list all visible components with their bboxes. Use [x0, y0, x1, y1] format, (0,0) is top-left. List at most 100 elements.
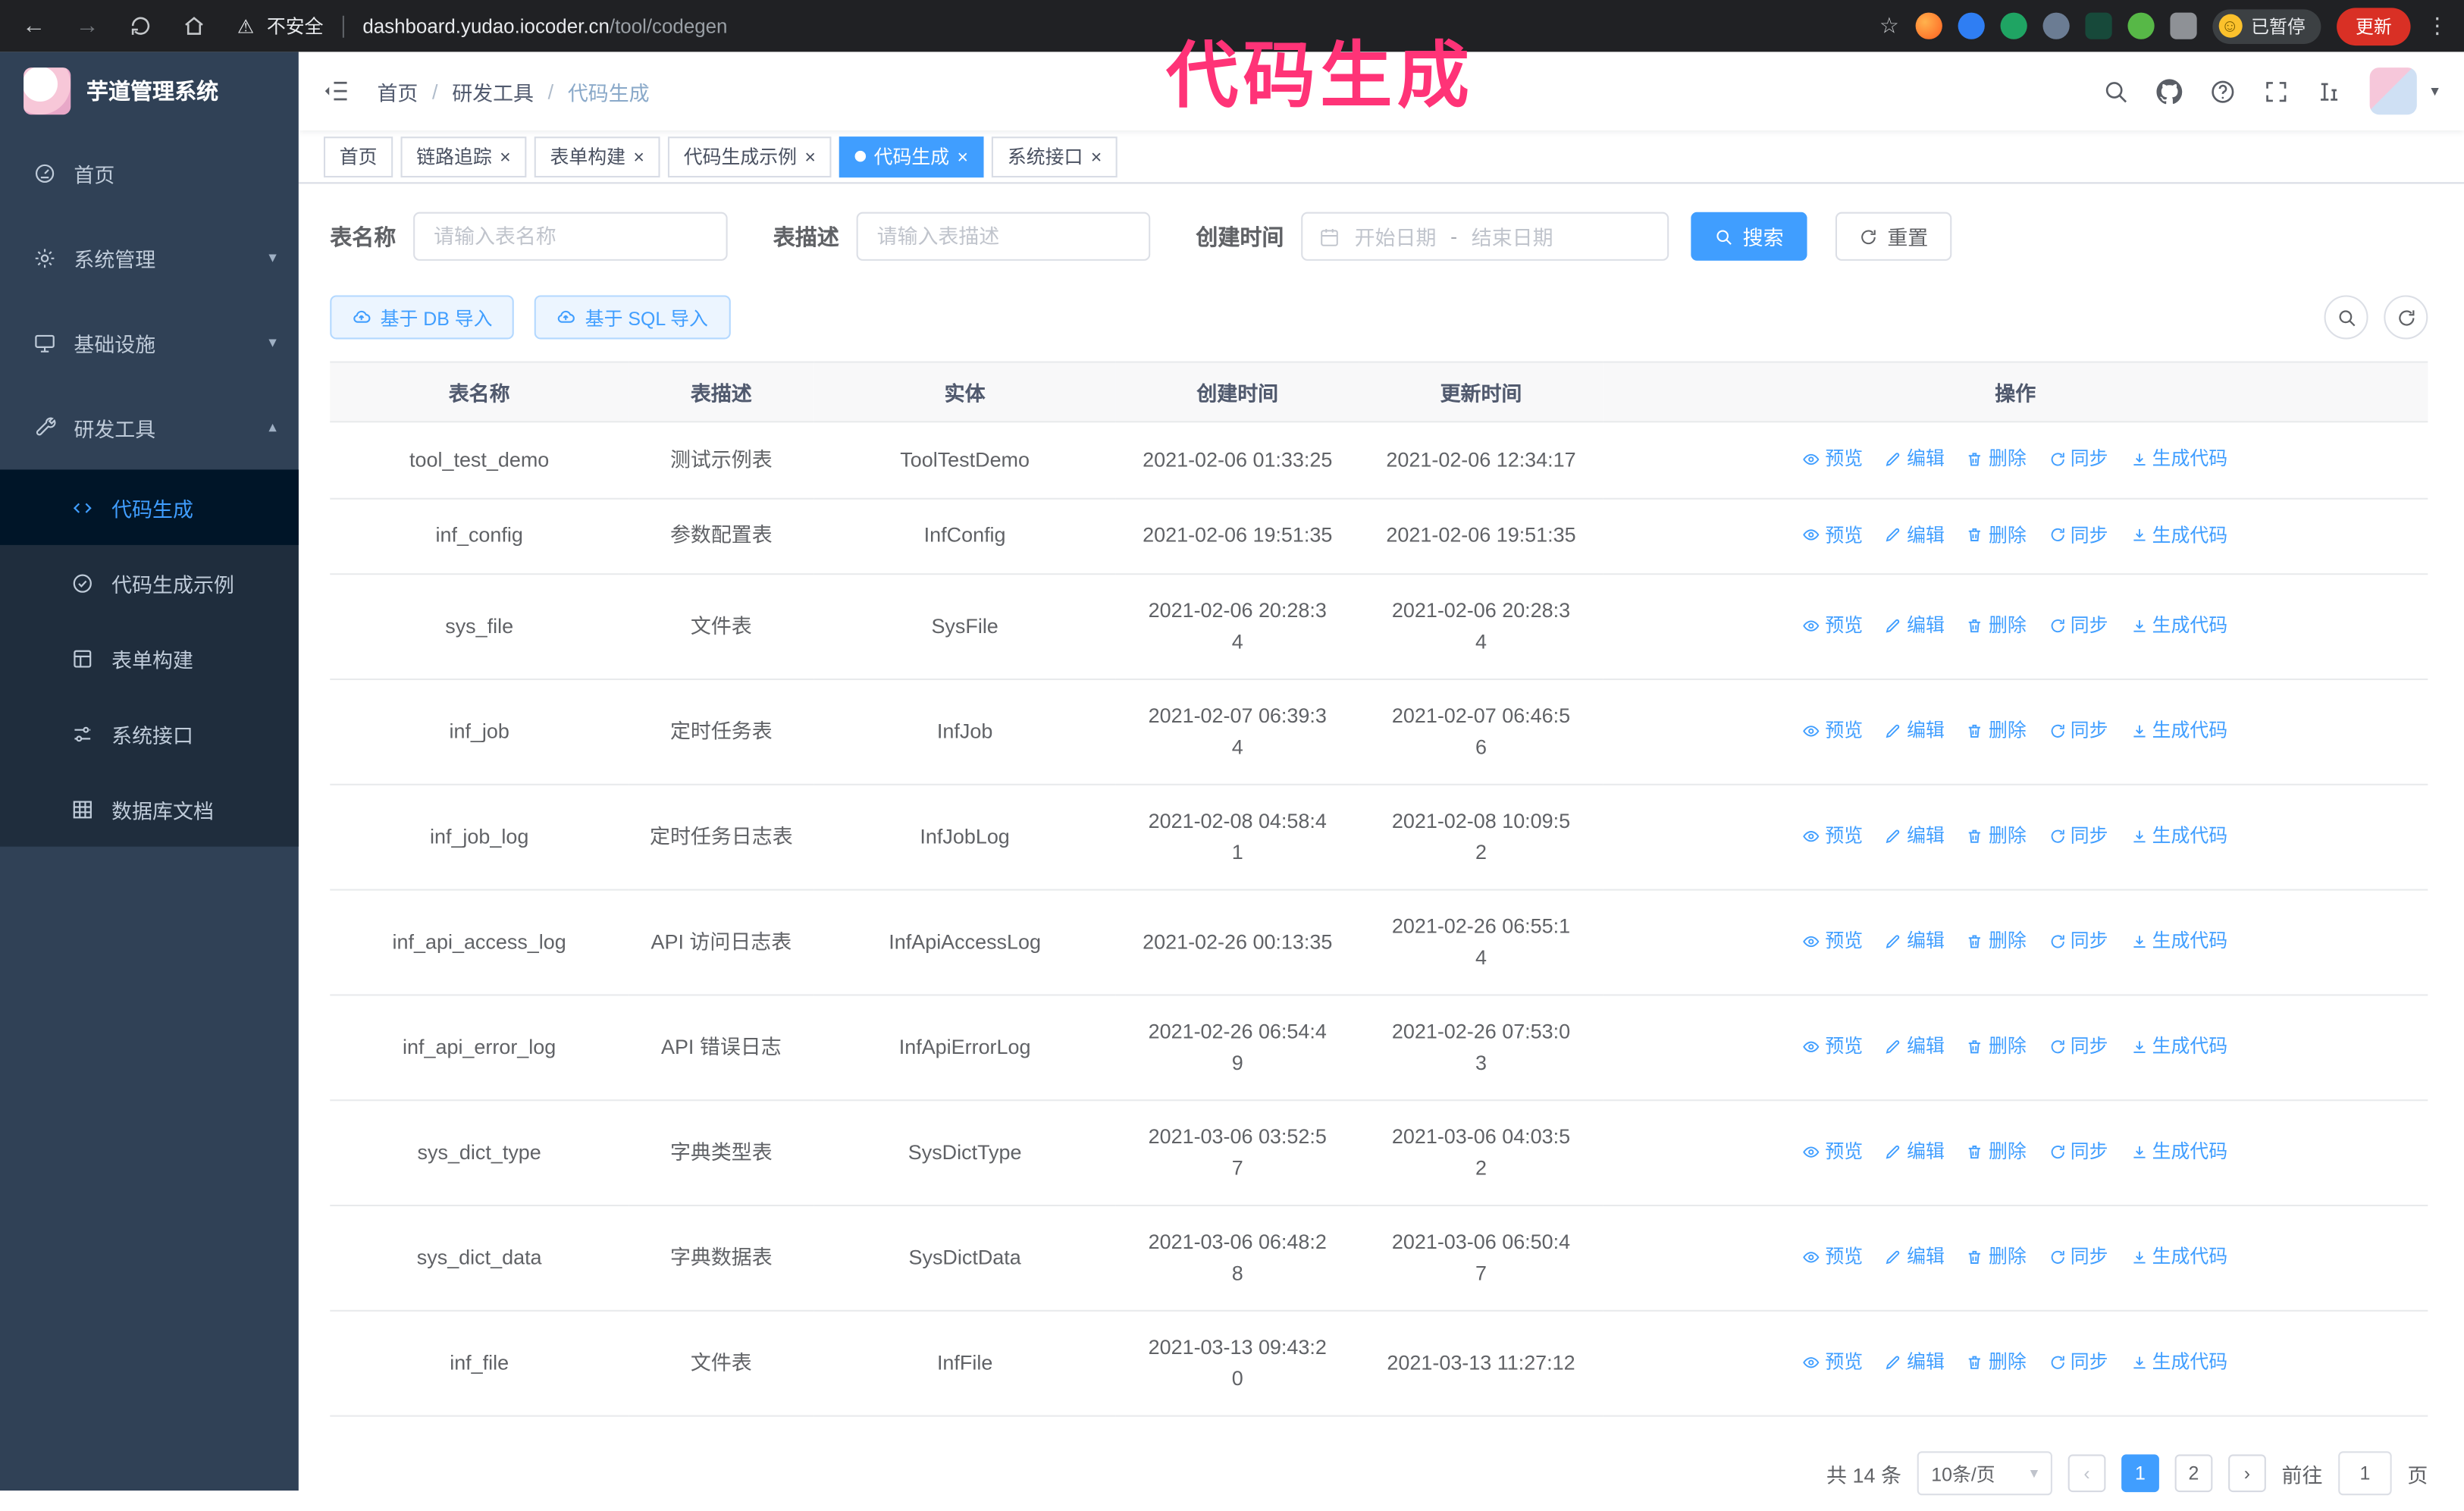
preview-link[interactable]: 预览	[1803, 1031, 1863, 1062]
import-db-button[interactable]: 基于 DB 导入	[330, 295, 515, 340]
preview-link[interactable]: 预览	[1803, 926, 1863, 957]
edit-link[interactable]: 编辑	[1885, 1346, 1945, 1378]
generate-code-link[interactable]: 生成代码	[2130, 610, 2227, 641]
goto-page-input[interactable]	[2338, 1451, 2392, 1496]
reload-icon[interactable]	[129, 14, 152, 38]
search-button[interactable]: 搜索	[1691, 212, 1807, 261]
preview-link[interactable]: 预览	[1803, 1241, 1863, 1272]
close-icon[interactable]: ×	[500, 147, 511, 166]
close-icon[interactable]: ×	[1091, 147, 1102, 166]
reset-button[interactable]: 重置	[1835, 212, 1952, 261]
preview-link[interactable]: 预览	[1803, 519, 1863, 550]
github-icon[interactable]	[2156, 78, 2183, 105]
extension-icon[interactable]	[2127, 12, 2154, 39]
sidebar-item-codegen-example[interactable]: 代码生成示例	[0, 545, 299, 620]
extension-icon[interactable]	[1999, 12, 2027, 39]
extension-icon[interactable]	[2084, 12, 2111, 39]
tab-trace[interactable]: 链路追踪 ×	[400, 136, 527, 177]
edit-link[interactable]: 编辑	[1885, 1241, 1945, 1272]
generate-code-link[interactable]: 生成代码	[2130, 1136, 2227, 1167]
edit-link[interactable]: 编辑	[1885, 1031, 1945, 1062]
sync-link[interactable]: 同步	[2049, 715, 2108, 746]
home-icon[interactable]	[182, 14, 205, 38]
tab-form-builder[interactable]: 表单构建 ×	[534, 136, 660, 177]
preview-link[interactable]: 预览	[1803, 820, 1863, 851]
prev-page-button[interactable]: ‹	[2067, 1454, 2106, 1493]
breadcrumb-item[interactable]: 研发工具	[452, 76, 534, 105]
fullscreen-icon[interactable]	[2263, 78, 2290, 105]
page-button-1[interactable]: 1	[2121, 1454, 2159, 1493]
sidebar-item-db-doc[interactable]: 数据库文档	[0, 771, 299, 846]
sync-link[interactable]: 同步	[2049, 443, 2108, 474]
sidebar-item-form-builder[interactable]: 表单构建	[0, 620, 299, 695]
tab-codegen-example[interactable]: 代码生成示例 ×	[668, 136, 832, 177]
delete-link[interactable]: 删除	[1967, 1031, 2027, 1062]
help-icon[interactable]	[2209, 78, 2236, 105]
edit-link[interactable]: 编辑	[1885, 820, 1945, 851]
sidebar-item-system[interactable]: 系统管理 ▾	[0, 215, 299, 300]
delete-link[interactable]: 删除	[1967, 820, 2027, 851]
sidebar-fold-icon[interactable]	[322, 77, 350, 105]
edit-link[interactable]: 编辑	[1885, 926, 1945, 957]
app-logo-row[interactable]: 芋道管理系统	[0, 52, 299, 130]
sync-link[interactable]: 同步	[2049, 820, 2108, 851]
extensions-puzzle-icon[interactable]	[2169, 12, 2196, 39]
table-name-input[interactable]	[413, 212, 728, 261]
back-icon[interactable]: ←	[22, 14, 45, 38]
update-button[interactable]: 更新	[2337, 7, 2411, 45]
sync-link[interactable]: 同步	[2049, 610, 2108, 641]
chevron-down-icon[interactable]: ▾	[2431, 83, 2438, 100]
generate-code-link[interactable]: 生成代码	[2130, 1346, 2227, 1378]
edit-link[interactable]: 编辑	[1885, 1136, 1945, 1167]
sidebar-item-api[interactable]: 系统接口	[0, 696, 299, 771]
close-icon[interactable]: ×	[633, 147, 644, 166]
delete-link[interactable]: 删除	[1967, 715, 2027, 746]
edit-link[interactable]: 编辑	[1885, 610, 1945, 641]
preview-link[interactable]: 预览	[1803, 443, 1863, 474]
generate-code-link[interactable]: 生成代码	[2130, 715, 2227, 746]
sync-link[interactable]: 同步	[2049, 519, 2108, 550]
address-bar[interactable]: ⚠ 不安全 dashboard.yudao.iocoder.cn/tool/co…	[237, 13, 727, 39]
edit-link[interactable]: 编辑	[1885, 715, 1945, 746]
sync-link[interactable]: 同步	[2049, 1136, 2108, 1167]
sidebar-item-devtools[interactable]: 研发工具 ▴	[0, 385, 299, 470]
generate-code-link[interactable]: 生成代码	[2130, 519, 2227, 550]
extension-icon[interactable]	[1914, 12, 1942, 39]
sync-link[interactable]: 同步	[2049, 926, 2108, 957]
sync-link[interactable]: 同步	[2049, 1241, 2108, 1272]
browser-menu-icon[interactable]: ⋮	[2426, 13, 2448, 39]
sync-link[interactable]: 同步	[2049, 1031, 2108, 1062]
breadcrumb-item[interactable]: 首页	[377, 76, 418, 105]
preview-link[interactable]: 预览	[1803, 1346, 1863, 1378]
preview-link[interactable]: 预览	[1803, 715, 1863, 746]
bookmark-star-icon[interactable]: ☆	[1879, 13, 1899, 39]
close-icon[interactable]: ×	[958, 147, 969, 166]
table-desc-input[interactable]	[856, 212, 1151, 261]
search-icon[interactable]	[2102, 78, 2129, 105]
date-range-picker[interactable]: 开始日期 - 结束日期	[1301, 212, 1669, 261]
delete-link[interactable]: 删除	[1967, 1346, 2027, 1378]
import-sql-button[interactable]: 基于 SQL 导入	[534, 295, 730, 340]
page-size-select[interactable]: 10条/页 ▾	[1917, 1451, 2052, 1496]
preview-link[interactable]: 预览	[1803, 610, 1863, 641]
delete-link[interactable]: 删除	[1967, 519, 2027, 550]
edit-link[interactable]: 编辑	[1885, 443, 1945, 474]
close-icon[interactable]: ×	[804, 147, 816, 166]
delete-link[interactable]: 删除	[1967, 1136, 2027, 1167]
generate-code-link[interactable]: 生成代码	[2130, 820, 2227, 851]
generate-code-link[interactable]: 生成代码	[2130, 1241, 2227, 1272]
next-page-button[interactable]: ›	[2228, 1454, 2266, 1493]
delete-link[interactable]: 删除	[1967, 610, 2027, 641]
profile-paused-badge[interactable]: ☺ 已暂停	[2212, 8, 2321, 43]
extension-icon[interactable]	[2042, 12, 2069, 39]
toggle-search-button[interactable]	[2324, 295, 2368, 340]
sync-link[interactable]: 同步	[2049, 1346, 2108, 1378]
sidebar-item-home[interactable]: 首页	[0, 130, 299, 215]
generate-code-link[interactable]: 生成代码	[2130, 443, 2227, 474]
extension-icon[interactable]	[1957, 12, 1984, 39]
user-avatar[interactable]	[2369, 67, 2417, 115]
font-size-icon[interactable]	[2316, 78, 2343, 105]
delete-link[interactable]: 删除	[1967, 926, 2027, 957]
tab-codegen[interactable]: 代码生成 ×	[839, 136, 984, 177]
refresh-table-button[interactable]	[2384, 295, 2428, 340]
